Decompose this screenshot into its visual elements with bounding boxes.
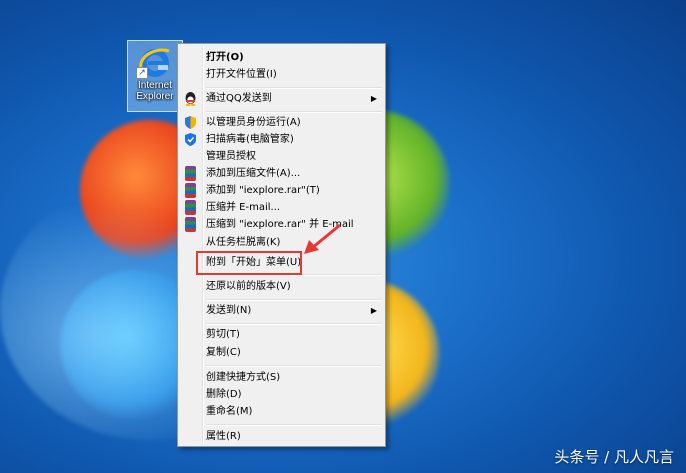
- winrar-icon: [185, 166, 196, 181]
- menu-item-admin-authorize[interactable]: 管理员授权: [180, 148, 383, 165]
- menu-item-label: 还原以前的版本(V): [206, 281, 291, 292]
- qq-penguin-icon: [185, 92, 196, 106]
- menu-item-label: 以管理员身份运行(A): [206, 117, 301, 128]
- menu-item-label: 添加到压缩文件(A)...: [206, 168, 301, 179]
- menu-item-label: 发送到(N): [206, 305, 252, 316]
- menu-item-label: 复制(C): [206, 347, 241, 358]
- menu-item-label: 压缩并 E-mail...: [206, 202, 281, 213]
- menu-item-label: 打开(O): [206, 52, 244, 63]
- menu-item-label: 通过QQ发送到: [206, 93, 272, 104]
- menu-item-label: 重命名(M): [206, 406, 253, 417]
- internet-explorer-desktop-icon[interactable]: ↗ Internet Explorer: [127, 40, 183, 112]
- menu-item-send-via-qq[interactable]: 通过QQ发送到 ▶: [180, 90, 383, 107]
- red-arrow-icon: [304, 223, 341, 254]
- menu-item-rename[interactable]: 重命名(M): [180, 403, 383, 420]
- menu-item-create-shortcut[interactable]: 创建快捷方式(S): [180, 369, 383, 386]
- menu-item-label: 打开文件位置(I): [206, 69, 277, 80]
- menu-item-cut[interactable]: 剪切(T): [180, 326, 383, 343]
- menu-separator: [206, 365, 382, 367]
- menu-separator: [206, 299, 382, 301]
- menu-separator: [206, 87, 382, 89]
- menu-item-add-to-archive[interactable]: 添加到压缩文件(A)...: [180, 165, 383, 182]
- menu-item-send-to[interactable]: 发送到(N) ▶: [180, 302, 383, 319]
- menu-item-label: 管理员授权: [206, 151, 256, 162]
- winrar-icon: [185, 183, 196, 198]
- menu-item-open-file-location[interactable]: 打开文件位置(I): [180, 66, 383, 83]
- menu-item-restore-previous-versions[interactable]: 还原以前的版本(V): [180, 278, 383, 295]
- highlight-box: [196, 251, 302, 275]
- menu-separator: [206, 424, 382, 426]
- submenu-arrow-icon: ▶: [370, 306, 377, 315]
- menu-item-compress-to-rar-and-email[interactable]: 压缩到 "iexplore.rar" 并 E-mail: [180, 216, 383, 233]
- menu-item-open[interactable]: 打开(O): [180, 49, 383, 66]
- winrar-icon: [185, 217, 196, 232]
- menu-item-compress-and-email[interactable]: 压缩并 E-mail...: [180, 199, 383, 216]
- menu-item-properties[interactable]: 属性(R): [180, 428, 383, 445]
- watermark: 头条号 / 凡人凡言: [554, 448, 674, 466]
- menu-item-label: 扫描病毒(电脑管家): [206, 134, 294, 145]
- menu-separator: [206, 111, 382, 113]
- winrar-icon: [185, 200, 196, 215]
- shortcut-arrow-icon: ↗: [136, 67, 148, 79]
- menu-item-label: 从任务栏脱离(K): [206, 237, 281, 248]
- menu-item-unpin-from-taskbar[interactable]: 从任务栏脱离(K): [180, 234, 383, 251]
- tencent-pc-manager-icon: [185, 133, 196, 146]
- menu-item-label: 属性(R): [206, 431, 241, 442]
- menu-separator: [206, 323, 382, 325]
- menu-item-copy[interactable]: 复制(C): [180, 344, 383, 361]
- menu-item-scan-virus[interactable]: 扫描病毒(电脑管家): [180, 131, 383, 148]
- menu-item-label: 删除(D): [206, 389, 242, 400]
- menu-item-add-to-iexplore-rar[interactable]: 添加到 "iexplore.rar"(T): [180, 182, 383, 199]
- uac-shield-icon: [185, 116, 196, 129]
- menu-item-label: 添加到 "iexplore.rar"(T): [206, 185, 320, 196]
- menu-item-run-as-admin[interactable]: 以管理员身份运行(A): [180, 114, 383, 131]
- menu-item-label: 创建快捷方式(S): [206, 372, 281, 383]
- menu-item-delete[interactable]: 删除(D): [180, 386, 383, 403]
- context-menu: 打开(O) 打开文件位置(I) 通过QQ发送到 ▶ 以管理员身份运行(A) 扫描…: [177, 43, 386, 447]
- submenu-arrow-icon: ▶: [370, 94, 377, 103]
- desktop-icon-label: Internet Explorer: [136, 80, 174, 102]
- menu-item-label: 剪切(T): [206, 329, 240, 340]
